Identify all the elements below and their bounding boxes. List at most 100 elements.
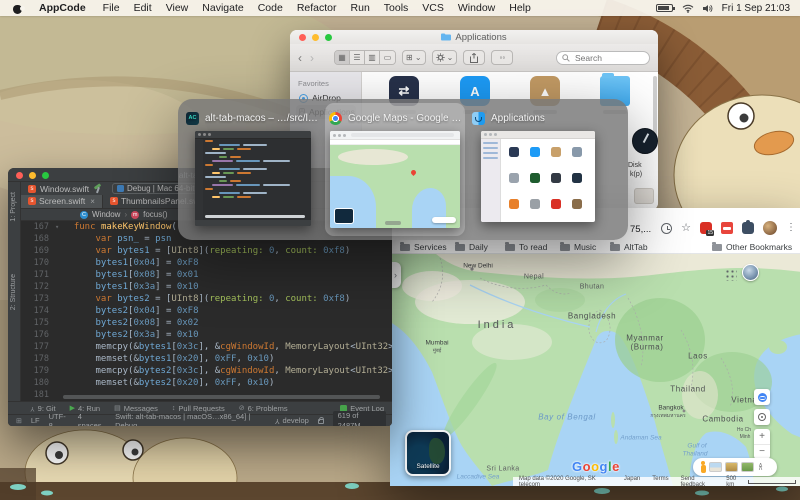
statusbar-line-separator[interactable]: LF: [31, 416, 40, 425]
tags-button[interactable]: ◦◦: [491, 50, 514, 65]
battery-icon[interactable]: [655, 4, 675, 12]
map-footer-link[interactable]: Send feedback: [681, 476, 715, 487]
apple-menu-icon[interactable]: [12, 3, 25, 14]
code-line: 176 bytes2[0x3a] = 0x10: [21, 329, 392, 341]
close-tab-icon[interactable]: ×: [90, 197, 95, 206]
zoom-out-button[interactable]: −: [754, 445, 770, 460]
history-icon[interactable]: [661, 222, 673, 234]
switcher-window-finder[interactable]: Applications: [468, 109, 608, 222]
finder-window-controls[interactable]: [299, 34, 332, 41]
nav-file-name[interactable]: Window.swift: [40, 184, 89, 194]
search-input[interactable]: [573, 51, 643, 64]
list-view-icon[interactable]: ☰: [350, 51, 365, 64]
menu-app-name[interactable]: AppCode: [33, 2, 92, 14]
menu-item-refactor[interactable]: Refactor: [290, 2, 344, 14]
back-button[interactable]: ‹: [298, 51, 302, 65]
sidebar-item-project[interactable]: 1: Project: [10, 192, 17, 222]
mini-sidebar-row: [483, 147, 498, 149]
statusbar-run-context[interactable]: Swift: alt-tab-macos | macOS…x86_64] | D…: [115, 412, 266, 427]
google-apps-grid-icon[interactable]: [724, 268, 737, 281]
fold-marker: [55, 365, 63, 377]
zoom-in-button[interactable]: +: [754, 429, 770, 445]
menu-item-view[interactable]: View: [159, 2, 196, 14]
pegman-icon[interactable]: [699, 461, 706, 473]
memory-indicator[interactable]: 619 of 2487M: [332, 410, 386, 426]
omnibox-url-fragment[interactable]: 75,...: [630, 224, 651, 235]
menu-item-code[interactable]: Code: [251, 2, 290, 14]
group-by-button[interactable]: ⊞ ⌄: [402, 50, 426, 65]
zoom-control[interactable]: + −: [754, 429, 770, 459]
breadcrumb-item[interactable]: Window: [92, 210, 120, 219]
menu-bar-clock[interactable]: Fri 1 Sep 21:03: [722, 3, 790, 14]
finder-titlebar[interactable]: Applications: [290, 30, 658, 44]
google-account-avatar[interactable]: [742, 264, 759, 281]
layer-thumb-3[interactable]: [741, 462, 754, 472]
bookmark-alttab[interactable]: AltTab: [610, 241, 648, 253]
collapse-icon[interactable]: ∧ ∧: [758, 462, 763, 472]
build-hammer-icon[interactable]: [93, 184, 102, 193]
editor-horizontal-scrollbar[interactable]: [63, 395, 380, 399]
disk-speed-app-icon[interactable]: [632, 128, 658, 154]
code-editor[interactable]: 167 ▾ func makeKeyWindow(168 var psn_ = p…: [21, 221, 392, 401]
volume-icon[interactable]: [702, 4, 713, 13]
wifi-icon[interactable]: [682, 4, 694, 13]
map-footer: Map data ©2020 Google, SK telecom Japan T…: [513, 476, 800, 487]
fold-marker: ▾: [55, 223, 60, 231]
switcher-window-ide[interactable]: alt-tab-macos – …/src/logic…: [182, 109, 324, 226]
code-token: ,: [274, 342, 286, 352]
action-menu-button[interactable]: ⌄: [431, 50, 458, 65]
google-logo[interactable]: Google: [572, 459, 620, 474]
appcode-window-controls[interactable]: [16, 172, 49, 179]
other-bookmarks[interactable]: Other Bookmarks: [712, 241, 792, 253]
window-thumbnail[interactable]: [330, 131, 460, 228]
code-token: MemoryLayout: [285, 342, 351, 352]
satellite-toggle[interactable]: Satellite: [405, 430, 451, 476]
statusbar-grid-icon[interactable]: ⊞: [16, 417, 22, 425]
switcher-window-map[interactable]: Google Maps - Google Chr…: [325, 103, 465, 236]
profile-avatar[interactable]: [763, 221, 777, 235]
mini-dot: [343, 133, 346, 137]
code-token: bytes1: [95, 282, 129, 292]
menu-item-tools[interactable]: Tools: [377, 2, 416, 14]
gallery-view-icon[interactable]: ▭: [380, 51, 395, 64]
my-location-button[interactable]: [754, 409, 770, 425]
bookmark-to-read[interactable]: To read: [505, 241, 547, 253]
menu-item-navigate[interactable]: Navigate: [195, 2, 250, 14]
statusbar-git-branch[interactable]: Ydevelop: [275, 416, 309, 425]
google-maps-canvas[interactable]: New Delhi Nepal Bhutan India Bangladesh Myanm…: [390, 254, 800, 486]
breadcrumb-item[interactable]: focus(): [143, 210, 167, 219]
window-thumbnail[interactable]: [195, 131, 311, 226]
menu-item-file[interactable]: File: [96, 2, 127, 14]
map-footer-link[interactable]: Japan: [624, 476, 640, 487]
icon-view-icon[interactable]: ▦: [335, 51, 350, 64]
sidebar-item-structure[interactable]: 2: Structure: [10, 274, 17, 310]
globe-layer-button[interactable]: [754, 389, 770, 405]
partial-app-icon[interactable]: [634, 188, 654, 204]
view-mode-segmented-control[interactable]: ▦ ☰ ▥ ▭: [334, 50, 396, 65]
statusbar-file-encoding[interactable]: UTF-8: [49, 412, 69, 427]
statusbar-indent-info[interactable]: 4 spaces: [78, 412, 106, 427]
bookmark-star-icon[interactable]: ☆: [681, 222, 691, 234]
menu-item-run[interactable]: Run: [344, 2, 377, 14]
bookmark-services[interactable]: Services: [400, 241, 447, 253]
window-thumbnail[interactable]: [481, 131, 595, 222]
finder-scrollbar[interactable]: [653, 76, 657, 136]
map-footer-link[interactable]: Terms: [652, 476, 668, 487]
bookmark-music[interactable]: Music: [560, 241, 596, 253]
layer-thumb-1[interactable]: [709, 462, 722, 472]
forward-button[interactable]: ›: [310, 51, 314, 65]
menu-item-edit[interactable]: Edit: [127, 2, 159, 14]
layer-thumb-2[interactable]: [725, 462, 738, 472]
column-view-icon[interactable]: ▥: [365, 51, 380, 64]
tab-screen-swift[interactable]: s Screen.swift ×: [21, 194, 103, 208]
search-field[interactable]: [556, 50, 650, 65]
share-button[interactable]: [463, 50, 486, 65]
bookmark-daily[interactable]: Daily: [455, 241, 488, 253]
menu-item-help[interactable]: Help: [502, 2, 538, 14]
extension-icon-puzzle[interactable]: [742, 220, 754, 234]
extension-icon-adblock[interactable]: [721, 222, 733, 234]
menu-item-window[interactable]: Window: [451, 2, 502, 14]
chrome-menu-icon[interactable]: ⋮: [786, 223, 796, 233]
extension-icon-camera[interactable]: [700, 222, 714, 236]
menu-item-vcs[interactable]: VCS: [415, 2, 451, 14]
